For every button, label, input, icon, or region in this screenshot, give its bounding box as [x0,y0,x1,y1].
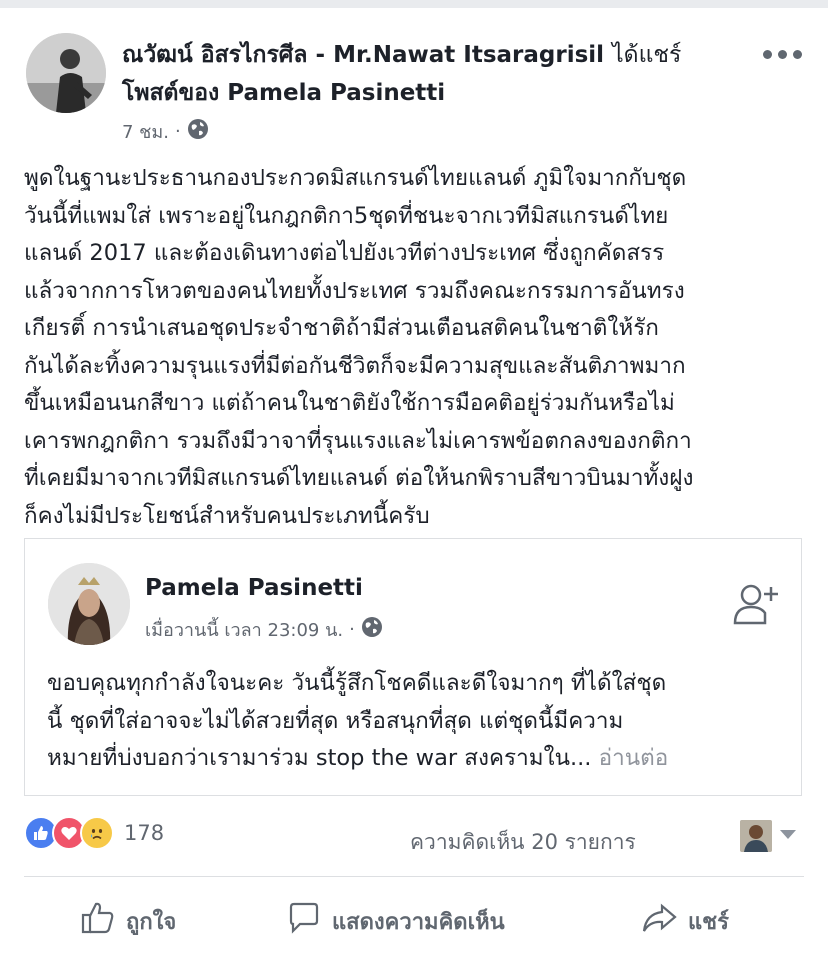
comments-count[interactable]: ความคิดเห็น 20 รายการ [410,826,636,859]
sad-icon [80,816,114,850]
like-label: ถูกใจ [126,909,177,935]
reaction-count[interactable]: 178 [124,821,164,845]
shared-post-meta: เมื่อวานนี้ เวลา 23:09 น. · [145,615,383,644]
author-avatar[interactable] [26,33,106,113]
meta-separator: · [174,121,181,142]
post-meta: 7 ชม. · [122,117,209,146]
share-label: แชร์ [688,909,729,935]
reactions-summary[interactable]: 178 [24,816,164,850]
post-header: ณวัฒน์ อิสรไกรศีล - Mr.Nawat Itsaragrisi… [122,36,742,112]
globe-icon [361,616,383,643]
viewer-avatar[interactable] [740,820,772,852]
shared-source[interactable]: โพสต์ของ Pamela Pasinetti [122,80,445,106]
share-button[interactable]: แชร์ [640,900,729,942]
comment-button[interactable]: แสดงความคิดเห็น [286,900,505,942]
shared-verb: ได้แชร์ [612,42,682,68]
feed-post-card: ณวัฒน์ อิสรไกรศีล - Mr.Nawat Itsaragrisi… [0,8,828,960]
shared-author-name[interactable]: Pamela Pasinetti [145,575,363,601]
comment-label: แสดงความคิดเห็น [332,909,505,935]
comment-bubble-icon [286,900,322,942]
more-options-icon[interactable] [754,42,810,66]
author-name[interactable]: ณวัฒน์ อิสรไกรศีล - Mr.Nawat Itsaragrisi… [122,42,604,68]
globe-icon [187,118,209,145]
shared-post[interactable]: Pamela Pasinetti เมื่อวานนี้ เวลา 23:09 … [24,538,802,796]
shared-post-body: ขอบคุณทุกกำลังใจนะคะ วันนี้รู้สึกโชคดีแล… [47,665,792,778]
shared-post-text: ขอบคุณทุกกำลังใจนะคะ วันนี้รู้สึกโชคดีแล… [47,670,667,771]
thumbs-up-icon [80,900,116,942]
meta-separator: · [349,619,355,640]
shared-author-avatar[interactable] [48,563,130,645]
divider [24,876,804,877]
post-body: พูดในฐานะประธานกองประกวดมิสแกรนด์ไทยแลนด… [24,165,694,529]
see-more-link[interactable]: อ่านต่อ [599,745,669,771]
post-time[interactable]: 7 ชม. [122,117,169,146]
like-button[interactable]: ถูกใจ [80,900,176,942]
add-friend-icon[interactable] [731,579,781,629]
chevron-down-icon[interactable] [780,830,796,839]
share-arrow-icon [640,900,678,942]
shared-post-time[interactable]: เมื่อวานนี้ เวลา 23:09 น. [145,615,343,644]
